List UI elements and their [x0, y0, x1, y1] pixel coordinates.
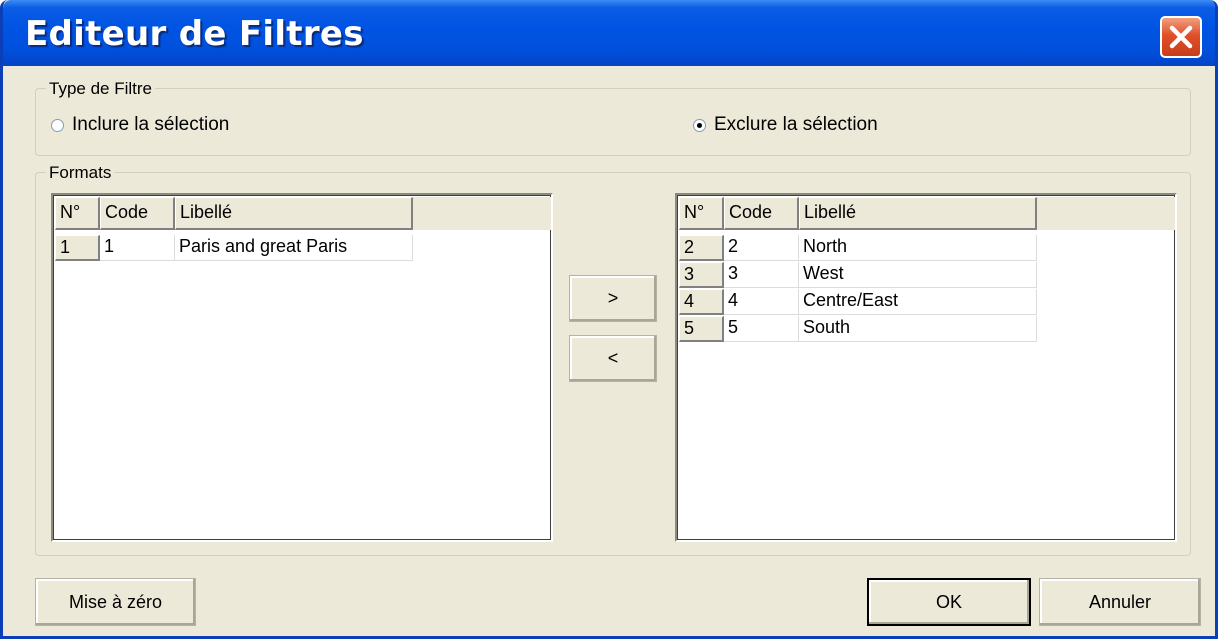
cancel-button[interactable]: Annuler	[1039, 578, 1201, 626]
exclude-selection-label: Exclure la sélection	[714, 114, 878, 135]
move-right-button[interactable]: >	[569, 275, 657, 322]
include-selection-radio[interactable]: Inclure la sélection	[51, 114, 229, 136]
row-label[interactable]: South	[799, 316, 1037, 342]
formats-legend: Formats	[46, 163, 115, 183]
available-formats-grid[interactable]: N° Code Libellé 1 1 Paris and great Pari…	[51, 193, 553, 542]
row-number[interactable]: 1	[55, 235, 100, 261]
row-label[interactable]: North	[799, 235, 1037, 261]
reset-button[interactable]: Mise à zéro	[35, 578, 196, 626]
move-left-button[interactable]: <	[569, 335, 657, 382]
exclude-radio-circle[interactable]	[693, 118, 706, 132]
column-header-code[interactable]: Code	[724, 197, 799, 230]
filter-editor-dialog: Editeur de Filtres Type de Filtre Inclur…	[0, 0, 1218, 639]
column-header-number[interactable]: N°	[55, 197, 100, 230]
window-title: Editeur de Filtres	[25, 14, 364, 54]
row-code[interactable]: 2	[724, 235, 799, 261]
row-number[interactable]: 4	[679, 289, 724, 315]
row-number[interactable]: 3	[679, 262, 724, 288]
row-label[interactable]: West	[799, 262, 1037, 288]
title-bar[interactable]: Editeur de Filtres	[3, 0, 1215, 66]
include-selection-label: Inclure la sélection	[72, 114, 230, 135]
row-label[interactable]: Paris and great Paris	[175, 235, 413, 261]
column-header-label[interactable]: Libellé	[799, 197, 1037, 230]
column-header-code[interactable]: Code	[100, 197, 175, 230]
row-code[interactable]: 5	[724, 316, 799, 342]
close-icon	[1169, 25, 1193, 49]
selected-formats-grid[interactable]: N° Code Libellé 2 2 North 3 3 West 4 4 C…	[675, 193, 1177, 542]
row-code[interactable]: 4	[724, 289, 799, 315]
close-button[interactable]	[1160, 16, 1202, 58]
exclude-selection-radio[interactable]: Exclure la sélection	[693, 114, 878, 136]
row-label[interactable]: Centre/East	[799, 289, 1037, 315]
row-code[interactable]: 1	[100, 235, 175, 261]
header-filler	[413, 197, 551, 230]
row-code[interactable]: 3	[724, 262, 799, 288]
column-header-label[interactable]: Libellé	[175, 197, 413, 230]
row-number[interactable]: 2	[679, 235, 724, 261]
include-radio-circle[interactable]	[51, 118, 64, 132]
row-number[interactable]: 5	[679, 316, 724, 342]
filter-type-legend: Type de Filtre	[46, 79, 155, 99]
column-header-number[interactable]: N°	[679, 197, 724, 230]
ok-button[interactable]: OK	[867, 578, 1031, 626]
header-filler	[1037, 197, 1175, 230]
